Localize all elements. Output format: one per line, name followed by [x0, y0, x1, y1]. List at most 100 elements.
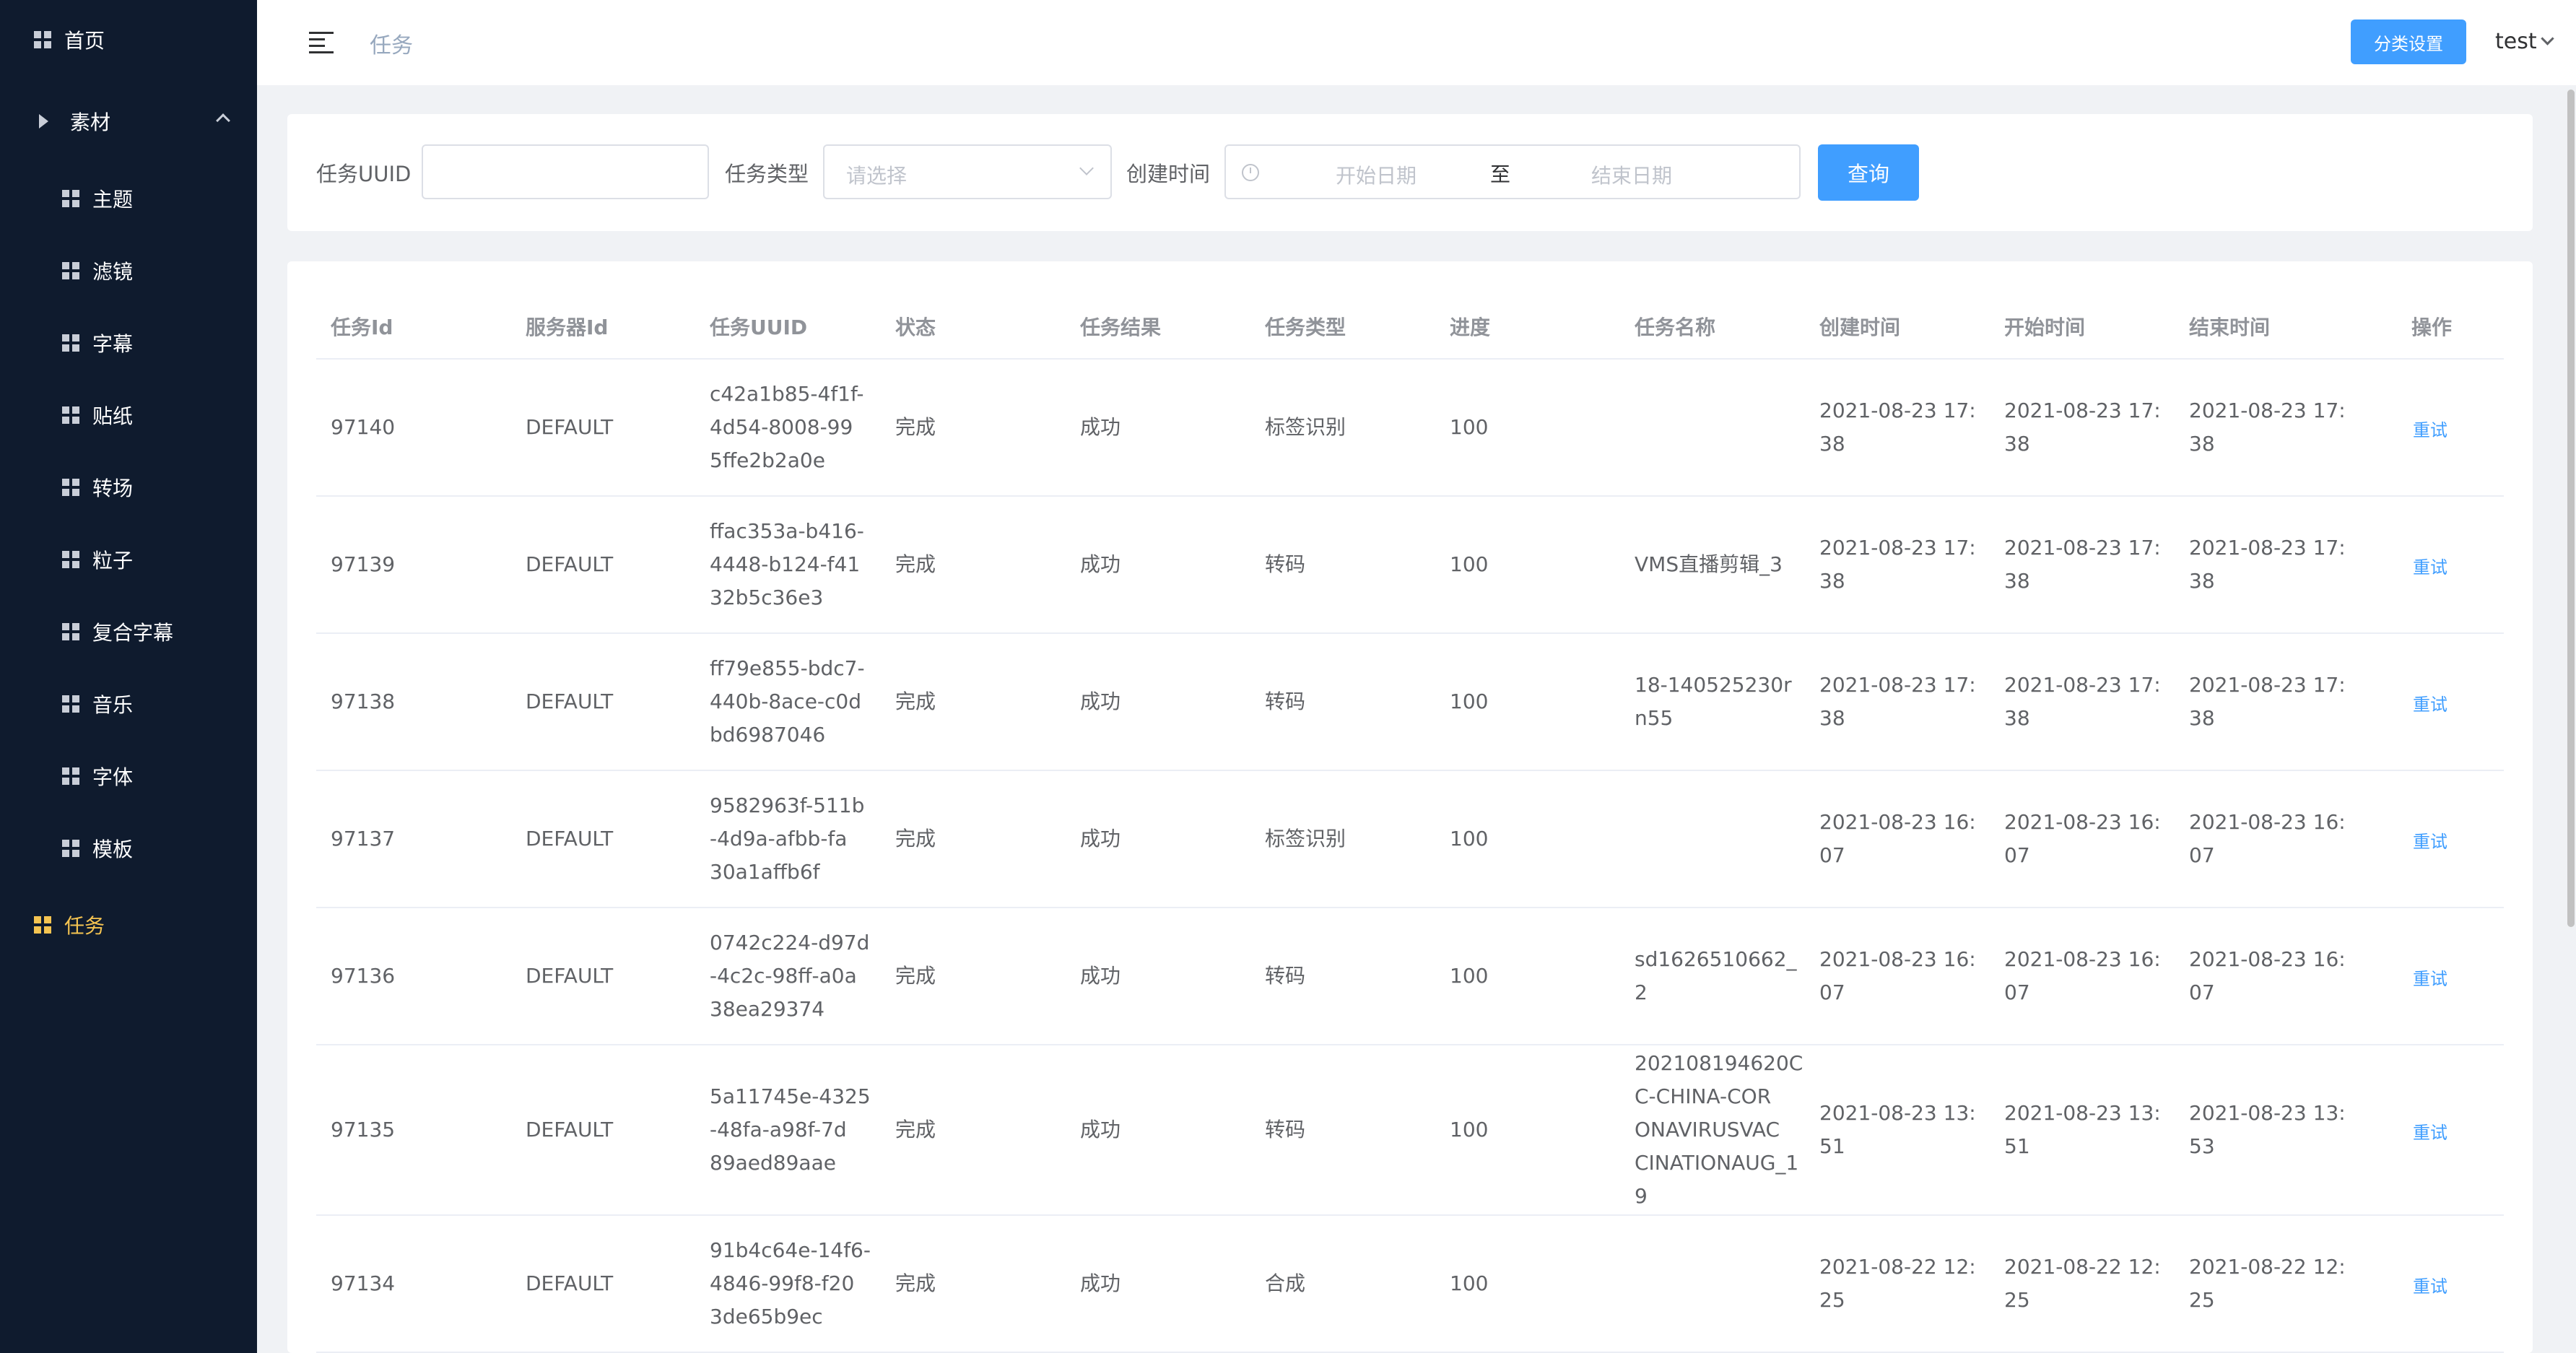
cell-line: 2021-08-23 16:	[2004, 810, 2161, 834]
sidebar-subitem[interactable]: 转场	[0, 466, 257, 509]
uuid-input[interactable]	[422, 144, 709, 199]
cell-created: 2021-08-22 12: 25	[1819, 1250, 1976, 1317]
cell-line: 25	[2004, 1288, 2030, 1312]
divider	[316, 770, 2504, 771]
cell-type: 转码	[1265, 552, 1306, 576]
cell-line: c42a1b85-4f1f-	[710, 382, 864, 406]
cell-id: 97140	[331, 415, 396, 439]
cell-started: 2021-08-23 17: 38	[2004, 531, 2161, 598]
cell-type: 转码	[1265, 964, 1306, 988]
sidebar-subitem[interactable]: 模板	[0, 827, 257, 870]
cell-id: 97136	[331, 964, 396, 988]
cell-server: DEFAULT	[526, 1271, 614, 1295]
cell-created: 2021-08-23 16: 07	[1819, 806, 1976, 872]
sidebar-subitem[interactable]: 贴纸	[0, 393, 257, 437]
type-select[interactable]: 请选择	[823, 144, 1112, 199]
cell-result: 成功	[1080, 1271, 1121, 1295]
cell-uuid: ff79e855-bdc7- 440b-8ace-c0d bd6987046	[710, 652, 865, 752]
scrollbar[interactable]	[2567, 90, 2575, 927]
cell-line: 2021-08-23 17:	[2189, 399, 2346, 422]
retry-button[interactable]: 重试	[2413, 416, 2447, 441]
cell-created: 2021-08-23 13: 51	[1819, 1097, 1976, 1163]
grid-icon	[62, 406, 79, 424]
cell-line: 5a11745e-4325	[710, 1084, 871, 1108]
cell-ended: 2021-08-23 17: 38	[2189, 394, 2346, 461]
cell-line: 2021-08-23 17:	[1819, 536, 1976, 560]
end-date-input[interactable]: 结束日期	[1591, 160, 1672, 189]
cell-line: 38	[1819, 569, 1845, 593]
cell-type: 转码	[1265, 689, 1306, 713]
column-header: 任务Id	[331, 316, 393, 339]
query-button[interactable]: 查询	[1818, 144, 1919, 201]
date-range-picker[interactable]: 开始日期 至 结束日期	[1224, 144, 1801, 199]
top-header: 任务 分类设置 test	[257, 0, 2576, 85]
divider	[316, 495, 2504, 497]
sidebar-item-label: 素材	[70, 110, 111, 134]
sidebar-item-task[interactable]: 任务	[0, 903, 257, 947]
sidebar-subitem[interactable]: 主题	[0, 177, 257, 220]
cell-status: 完成	[895, 1118, 936, 1141]
cell-line: 07	[2189, 980, 2215, 1004]
sidebar-subitem[interactable]: 字幕	[0, 321, 257, 365]
category-settings-button[interactable]: 分类设置	[2351, 19, 2466, 64]
cell-result: 成功	[1080, 552, 1121, 576]
cell-server: DEFAULT	[526, 827, 614, 850]
cell-line: 51	[1819, 1134, 1845, 1158]
cell-line: 2021-08-23 13:	[2004, 1101, 2161, 1125]
cell-id: 97139	[331, 552, 396, 576]
sidebar-item-material[interactable]: 素材	[0, 100, 257, 143]
cell-ended: 2021-08-22 12: 25	[2189, 1250, 2346, 1317]
breadcrumb[interactable]: 任务	[370, 27, 413, 59]
sidebar: 首页 素材 主题滤镜字幕贴纸转场粒子复合字幕音乐字体模板 任务	[0, 0, 257, 1353]
retry-button[interactable]: 重试	[2413, 690, 2447, 715]
user-menu[interactable]: test	[2495, 29, 2537, 54]
cell-type: 标签识别	[1265, 827, 1346, 850]
cell-line: 07	[1819, 980, 1845, 1004]
cell-line: 07	[2004, 980, 2030, 1004]
cell-line: -4c2c-98ff-a0a	[710, 964, 857, 988]
grid-icon	[62, 190, 79, 207]
retry-button[interactable]: 重试	[2413, 965, 2447, 990]
chevron-down-icon	[1079, 161, 1094, 175]
cell-status: 完成	[895, 415, 936, 439]
retry-button[interactable]: 重试	[2413, 827, 2447, 853]
cell-line: 4448-b124-f41	[710, 552, 861, 576]
cell-line: sd1626510662_	[1635, 947, 1797, 971]
cell-line: -4d9a-afbb-fa	[710, 827, 848, 850]
grid-icon	[62, 334, 79, 352]
sidebar-subitem[interactable]: 粒子	[0, 538, 257, 581]
start-date-input[interactable]: 开始日期	[1336, 160, 1417, 189]
sidebar-subitem[interactable]: 字体	[0, 754, 257, 798]
cell-line: 2	[1635, 980, 1648, 1004]
cell-name: VMS直播剪辑_3	[1635, 548, 1783, 581]
menu-fold-icon[interactable]	[309, 32, 334, 53]
cell-line: 2021-08-23 17:	[2004, 536, 2161, 560]
cell-status: 完成	[895, 827, 936, 850]
cell-line: 07	[2189, 843, 2215, 867]
cell-created: 2021-08-23 17: 38	[1819, 669, 1976, 735]
cell-progress: 100	[1450, 1271, 1489, 1295]
chevron-down-icon[interactable]	[2541, 32, 2554, 45]
grid-icon	[62, 479, 79, 496]
sidebar-subitem[interactable]: 音乐	[0, 682, 257, 726]
cell-progress: 100	[1450, 552, 1489, 576]
sidebar-subitem[interactable]: 滤镜	[0, 249, 257, 292]
cell-uuid: 9582963f-511b -4d9a-afbb-fa 30a1affb6f	[710, 789, 864, 889]
cell-id: 97134	[331, 1271, 396, 1295]
sidebar-item-label: 首页	[64, 29, 105, 53]
cell-line: n55	[1635, 706, 1674, 730]
sidebar-subitem-label: 音乐	[92, 693, 134, 717]
cell-id: 97135	[331, 1118, 396, 1141]
column-header: 任务名称	[1635, 316, 1716, 339]
sidebar-subitem[interactable]: 复合字幕	[0, 610, 257, 653]
retry-button[interactable]: 重试	[2413, 1118, 2447, 1144]
retry-button[interactable]: 重试	[2413, 553, 2447, 578]
sidebar-item-home[interactable]: 首页	[0, 18, 257, 61]
time-label: 创建时间	[1126, 162, 1211, 186]
cell-ended: 2021-08-23 13: 53	[2189, 1097, 2346, 1163]
cell-line: 2021-08-23 16:	[2189, 947, 2346, 971]
chevron-up-icon	[216, 113, 230, 128]
retry-button[interactable]: 重试	[2413, 1272, 2447, 1297]
cell-server: DEFAULT	[526, 689, 614, 713]
cell-id: 97137	[331, 827, 396, 850]
